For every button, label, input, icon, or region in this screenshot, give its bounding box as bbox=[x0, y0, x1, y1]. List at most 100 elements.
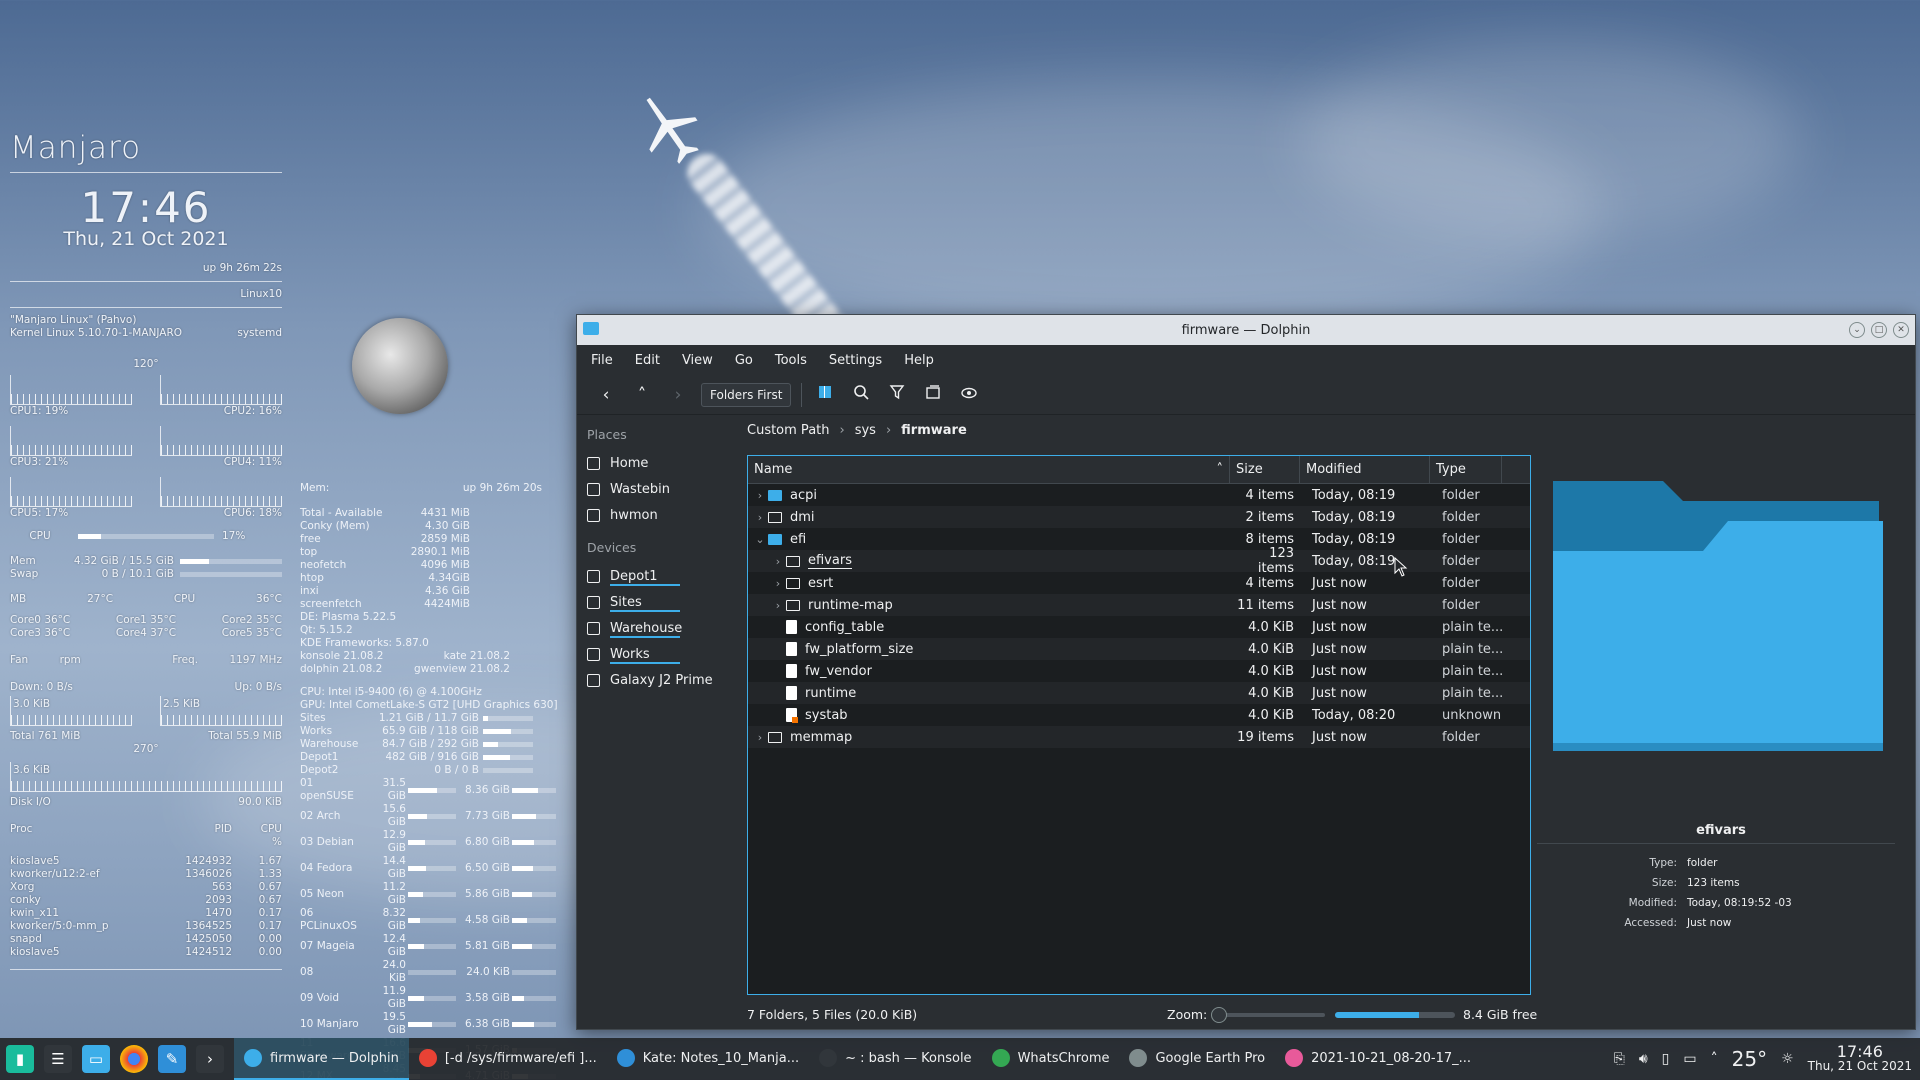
preview-title: efivars bbox=[1696, 823, 1746, 838]
up-graph: 2.5 KiB bbox=[160, 696, 282, 726]
mem-header-row: Mem: up 9h 26m 20s bbox=[300, 482, 572, 495]
kate-launcher-icon[interactable]: ✎ bbox=[158, 1045, 186, 1073]
process-row: snapd 1425050 0.00 bbox=[10, 933, 282, 946]
weather-icon[interactable]: ☼ bbox=[1781, 1051, 1794, 1067]
weather-temp[interactable]: 25° bbox=[1732, 1047, 1767, 1071]
task-button[interactable]: ~ : bash — Konsole bbox=[809, 1038, 981, 1080]
places-item-hwmon[interactable]: hwmon bbox=[587, 502, 727, 528]
partition-bar-b bbox=[512, 995, 556, 1001]
file-row-dmi[interactable]: › dmi 2 items Today, 08:19 folder bbox=[748, 506, 1530, 528]
mem-usage-label: top bbox=[300, 546, 318, 558]
dolphin-launcher-icon[interactable]: ▭ bbox=[82, 1045, 110, 1073]
file-modified: Just now bbox=[1312, 597, 1367, 613]
tray-expand-icon[interactable]: ˄ bbox=[1711, 1051, 1718, 1067]
file-row-fw_platform_size[interactable]: fw_platform_size 4.0 KiB Just now plain te.… bbox=[748, 638, 1530, 660]
chevron-right-icon[interactable]: › bbox=[770, 577, 786, 590]
zoom-slider-handle[interactable] bbox=[1211, 1006, 1228, 1023]
file-row-config_table[interactable]: config_table 4.0 KiB Just now plain te... bbox=[748, 616, 1530, 638]
menu-go[interactable]: Go bbox=[735, 353, 753, 368]
file-row-runtime-map[interactable]: › runtime-map 11 items Just now folder bbox=[748, 594, 1530, 616]
file-row-runtime[interactable]: runtime 4.0 KiB Just now plain te... bbox=[748, 682, 1530, 704]
mem-usage-value: 2890.1 MiB bbox=[410, 546, 470, 558]
konsole-launcher-icon[interactable]: › bbox=[196, 1045, 224, 1073]
fan-label: Fan bbox=[10, 654, 29, 666]
manjaro-menu-icon[interactable]: ▮ bbox=[6, 1045, 34, 1073]
window-titlebar[interactable]: firmware — Dolphin ⌄ □ ✕ bbox=[577, 315, 1915, 345]
file-row-memmap[interactable]: › memmap 19 items Just now folder bbox=[748, 726, 1530, 748]
proc-col: Proc bbox=[10, 823, 33, 835]
zoom-slider[interactable] bbox=[1211, 1006, 1326, 1023]
menu-file[interactable]: File bbox=[591, 353, 613, 368]
type-column-header[interactable]: Type bbox=[1430, 456, 1502, 483]
chevron-right-icon[interactable]: › bbox=[752, 489, 768, 502]
modified-column-header[interactable]: Modified bbox=[1300, 456, 1430, 483]
size-column-header[interactable]: Size bbox=[1230, 456, 1300, 483]
chevron-right-icon[interactable]: › bbox=[770, 555, 786, 568]
file-row-fw_vendor[interactable]: fw_vendor 4.0 KiB Just now plain te... bbox=[748, 660, 1530, 682]
process-pid: 1425050 bbox=[185, 933, 232, 945]
filter-icon[interactable] bbox=[884, 384, 910, 405]
chevron-right-icon[interactable]: › bbox=[752, 731, 768, 744]
close-icon[interactable]: ✕ bbox=[1893, 322, 1909, 338]
partition-bar-a bbox=[408, 787, 456, 793]
file-row-esrt[interactable]: › esrt 4 items Just now folder bbox=[748, 572, 1530, 594]
menu-settings[interactable]: Settings bbox=[829, 353, 882, 368]
process-name: kwin_x11 bbox=[10, 907, 60, 919]
name-column-header[interactable]: Name ˄ bbox=[748, 456, 1230, 483]
cpu4-graph bbox=[160, 426, 282, 456]
partition-bar-a bbox=[408, 1021, 456, 1027]
kdeconnect-icon[interactable]: ▯ bbox=[1662, 1051, 1670, 1067]
task-button[interactable]: WhatsChrome bbox=[982, 1038, 1120, 1080]
window-title: firmware — Dolphin bbox=[1181, 322, 1311, 338]
split-view-icon[interactable] bbox=[812, 384, 838, 405]
partition-bar-a bbox=[408, 917, 456, 923]
folders-first-button[interactable]: Folders First bbox=[701, 382, 792, 407]
net-row: Down: 0 B/s Up: 0 B/s bbox=[10, 681, 282, 694]
name-cell: config_table bbox=[748, 620, 1230, 635]
volume-icon[interactable]: 🔊︎ bbox=[1639, 1051, 1648, 1067]
task-button[interactable]: firmware — Dolphin bbox=[234, 1038, 409, 1080]
process-name: conky bbox=[10, 894, 41, 906]
menu-view[interactable]: View bbox=[682, 353, 713, 368]
up-arrow-icon[interactable]: ˄ bbox=[629, 385, 655, 405]
forward-arrow-icon[interactable]: › bbox=[665, 385, 691, 405]
back-arrow-icon[interactable]: ‹ bbox=[593, 385, 619, 405]
places-item-wastebin[interactable]: Wastebin bbox=[587, 476, 727, 502]
chevron-right-icon[interactable]: › bbox=[770, 599, 786, 612]
file-row-systab[interactable]: systab 4.0 KiB Today, 08:20 unknown bbox=[748, 704, 1530, 726]
breadcrumb-item[interactable]: sys bbox=[855, 423, 876, 438]
mem-usage-row: htop 4.34GiB bbox=[300, 572, 470, 585]
places-item-home[interactable]: Home bbox=[587, 450, 727, 476]
cpu4-label: CPU4: 11% bbox=[223, 456, 282, 468]
menu-help[interactable]: Help bbox=[904, 353, 934, 368]
kernel-short: Linux10 bbox=[240, 288, 282, 300]
eye-icon[interactable] bbox=[956, 385, 982, 405]
maximize-icon[interactable]: □ bbox=[1871, 322, 1887, 338]
mem-usage-row: Conky (Mem) 4.30 GiB bbox=[300, 520, 470, 533]
breadcrumb-item[interactable]: firmware bbox=[901, 423, 967, 438]
settings-icon[interactable]: ☰ bbox=[44, 1045, 72, 1073]
task-button[interactable]: Google Earth Pro bbox=[1119, 1038, 1275, 1080]
minimize-icon[interactable]: ⌄ bbox=[1849, 322, 1865, 338]
search-icon[interactable] bbox=[848, 384, 874, 405]
clipboard-icon[interactable]: ⎘ bbox=[1614, 1051, 1625, 1067]
file-size: 2 items bbox=[1245, 509, 1294, 525]
new-tab-icon[interactable] bbox=[920, 384, 946, 405]
menu-edit[interactable]: Edit bbox=[635, 353, 660, 368]
task-button[interactable]: Kate: Notes_10_Manja... bbox=[607, 1038, 809, 1080]
file-row-acpi[interactable]: › acpi 4 items Today, 08:19 folder bbox=[748, 484, 1530, 506]
chrome-launcher-icon[interactable] bbox=[120, 1045, 148, 1073]
chevron-down-icon[interactable]: ⌄ bbox=[752, 533, 768, 546]
file-row-efi[interactable]: ⌄ efi 8 items Today, 08:19 folder bbox=[748, 528, 1530, 550]
breadcrumb-item[interactable]: Custom Path bbox=[747, 423, 830, 438]
menu-tools[interactable]: Tools bbox=[775, 353, 807, 368]
chevron-right-icon[interactable]: › bbox=[752, 511, 768, 524]
down-speed: Down: 0 B/s bbox=[10, 681, 73, 693]
taskbar-clock[interactable]: 17:46 Thu, 21 Oct 2021 bbox=[1808, 1044, 1912, 1074]
folder-icon bbox=[768, 511, 782, 523]
task-button[interactable]: 2021-10-21_08-20-17_... bbox=[1275, 1038, 1481, 1080]
task-button[interactable]: [-d /sys/firmware/efi ]... bbox=[409, 1038, 607, 1080]
network-icon[interactable]: ▭ bbox=[1683, 1051, 1696, 1067]
file-row-efivars[interactable]: › efivars 123 items Today, 08:19 folder bbox=[748, 546, 1530, 576]
device-item-galaxy-j2-prime[interactable]: Galaxy J2 Prime bbox=[587, 667, 727, 693]
